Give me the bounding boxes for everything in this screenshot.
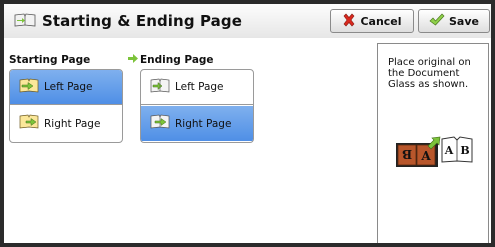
- ending-page-label: Ending Page: [128, 54, 214, 66]
- screen-frame: Starting & Ending Page Cancel Save Start…: [0, 0, 495, 247]
- starting-page-options: Left Page Right Page: [9, 69, 123, 143]
- right-page-arrow-icon: [150, 114, 170, 133]
- main-panel: Starting Page Ending Page Left Page Righ…: [4, 38, 491, 243]
- right-page-arrow-icon: [19, 114, 39, 133]
- checkmark-icon: [429, 12, 445, 30]
- save-label: Save: [449, 14, 479, 28]
- illustration-letter-a: A: [420, 149, 431, 163]
- header-bar: Starting & Ending Page Cancel Save: [4, 4, 491, 39]
- ending-page-options: Left Page Right Page: [140, 69, 254, 143]
- ending-left-page-option[interactable]: Left Page: [141, 70, 253, 105]
- ending-right-page-option[interactable]: Right Page: [141, 106, 253, 141]
- save-button[interactable]: Save: [418, 9, 490, 33]
- book-pages-icon: [14, 12, 36, 31]
- option-label: Right Page: [44, 117, 101, 130]
- starting-page-label: Starting Page: [9, 54, 91, 66]
- page-title: Starting & Ending Page: [14, 4, 242, 38]
- illustration-letter-a-book: A: [444, 144, 454, 157]
- starting-left-page-option[interactable]: Left Page: [10, 70, 122, 105]
- green-arrow-icon: [128, 54, 138, 66]
- cancel-label: Cancel: [360, 14, 402, 28]
- option-label: Right Page: [175, 117, 232, 130]
- instruction-text: Place original on the Document Glass as …: [388, 57, 471, 90]
- left-page-arrow-icon: [19, 78, 39, 97]
- option-label: Left Page: [175, 81, 224, 93]
- option-label: Left Page: [44, 81, 93, 93]
- document-glass-illustration: B A A B: [396, 134, 476, 172]
- instruction-panel: Place original on the Document Glass as …: [377, 43, 489, 243]
- cancel-button[interactable]: Cancel: [330, 9, 414, 33]
- cancel-x-icon: [342, 13, 356, 30]
- illustration-letter-b-flipped: B: [402, 147, 412, 161]
- illustration-letter-b-book: B: [460, 144, 469, 157]
- starting-right-page-option[interactable]: Right Page: [10, 106, 122, 141]
- title-text: Starting & Ending Page: [42, 12, 243, 30]
- left-page-arrow-icon: [150, 78, 170, 97]
